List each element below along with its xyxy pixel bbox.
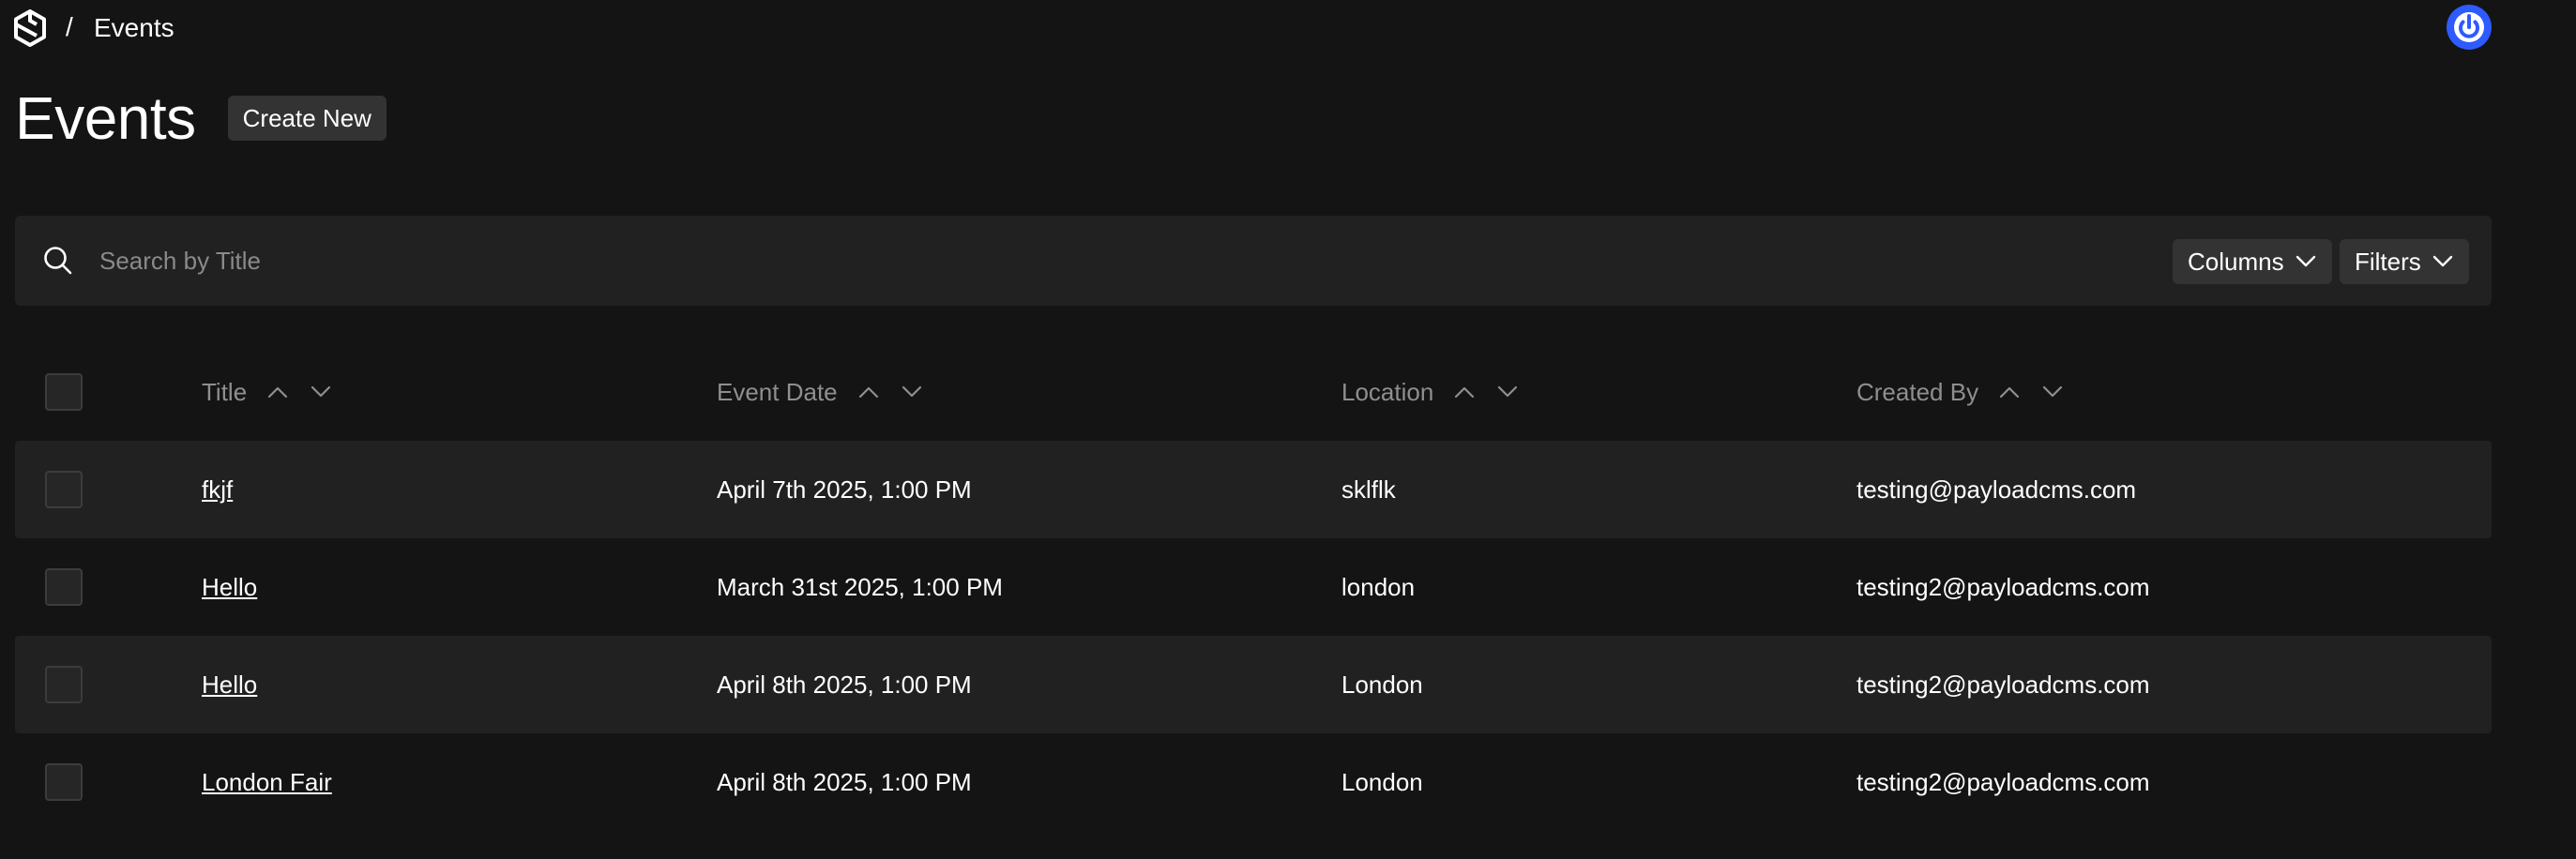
chevron-down-icon[interactable] [1497, 385, 1518, 399]
column-header-label: Created By [1856, 377, 1979, 406]
event-location: London [1341, 670, 1423, 699]
search-icon [44, 247, 72, 275]
chevron-up-icon[interactable] [267, 385, 288, 399]
search-bar: Columns Filters [15, 216, 2492, 306]
payload-logo-icon[interactable] [13, 9, 47, 47]
event-date: April 8th 2025, 1:00 PM [717, 767, 972, 796]
column-header-created-by: Created By [1856, 343, 2085, 441]
chevron-down-icon[interactable] [902, 385, 922, 399]
column-header-label: Location [1341, 377, 1434, 406]
columns-button[interactable]: Columns [2173, 239, 2332, 284]
power-icon [2448, 7, 2490, 48]
event-created-by: testing2@payloadcms.com [1856, 670, 2150, 699]
event-location: london [1341, 572, 1416, 601]
event-title-link[interactable]: London Fair [202, 768, 332, 797]
event-location: London [1341, 767, 1423, 796]
table-row: Hello April 8th 2025, 1:00 PM London tes… [15, 636, 2492, 733]
event-created-by: testing2@payloadcms.com [1856, 767, 2150, 796]
filters-label: Filters [2355, 247, 2421, 276]
create-new-button[interactable]: Create New [227, 96, 386, 141]
sort-controls [267, 385, 354, 399]
event-title-link[interactable]: Hello [202, 573, 257, 602]
top-bar: / Events [0, 0, 2576, 58]
event-date: March 31st 2025, 1:00 PM [717, 572, 1003, 601]
column-header-label: Title [202, 377, 248, 406]
sort-controls [858, 385, 945, 399]
table-header-row: Title Event Date Location Created By [15, 343, 2492, 441]
table-row: London Fair April 8th 2025, 1:00 PM Lond… [15, 733, 2492, 831]
column-header-location: Location [1341, 343, 1540, 441]
chevron-up-icon[interactable] [1454, 385, 1475, 399]
sort-controls [1999, 385, 2085, 399]
chevron-down-icon [2296, 255, 2315, 267]
chevron-up-icon[interactable] [858, 385, 879, 399]
row-checkbox[interactable] [45, 763, 83, 801]
event-date: April 8th 2025, 1:00 PM [717, 670, 972, 699]
breadcrumb-current: Events [94, 13, 174, 42]
row-checkbox[interactable] [45, 666, 83, 703]
event-location: sklflk [1341, 475, 1396, 504]
row-checkbox[interactable] [45, 471, 83, 508]
select-all-checkbox[interactable] [45, 373, 83, 411]
avatar[interactable] [2447, 5, 2492, 50]
columns-label: Columns [2188, 247, 2284, 276]
column-header-label: Event Date [717, 377, 838, 406]
sort-controls [1454, 385, 1540, 399]
page-header: Events Create New [15, 79, 386, 158]
chevron-up-icon[interactable] [1999, 385, 2020, 399]
filters-button[interactable]: Filters [2340, 239, 2469, 284]
table-row: fkjf April 7th 2025, 1:00 PM sklflk test… [15, 441, 2492, 538]
event-title-link[interactable]: fkjf [202, 475, 233, 505]
search-input[interactable] [98, 234, 2068, 287]
event-title-link[interactable]: Hello [202, 671, 257, 700]
column-header-title: Title [202, 343, 354, 441]
table-row: Hello March 31st 2025, 1:00 PM london te… [15, 538, 2492, 636]
column-header-event-date: Event Date [717, 343, 945, 441]
event-date: April 7th 2025, 1:00 PM [717, 475, 972, 504]
chevron-down-icon[interactable] [2042, 385, 2063, 399]
event-created-by: testing@payloadcms.com [1856, 475, 2137, 504]
chevron-down-icon [2432, 255, 2452, 267]
events-table: Title Event Date Location Created By fkj… [15, 343, 2492, 831]
page-title: Events [15, 84, 196, 152]
row-checkbox[interactable] [45, 568, 83, 606]
breadcrumb-separator: / [66, 12, 73, 41]
event-created-by: testing2@payloadcms.com [1856, 572, 2150, 601]
chevron-down-icon[interactable] [311, 385, 331, 399]
